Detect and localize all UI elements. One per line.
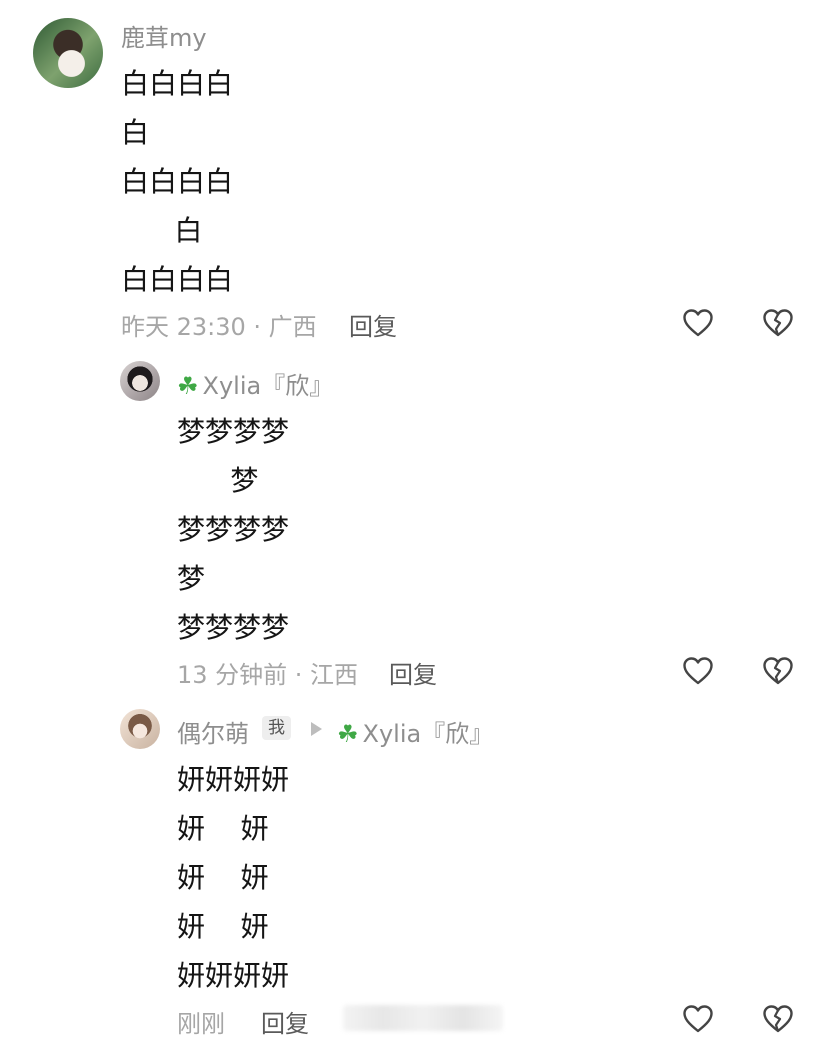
comment-meta: 昨天 23:30 · 广西 [121,313,317,341]
comment-line: 妍妍妍妍 [177,959,290,992]
comment-line: 妍妍妍妍 [177,763,290,796]
author-name[interactable]: 偶尔萌 [177,714,249,749]
reply-to-name-text: Xylia『欣』 [362,720,494,748]
like-heart-icon[interactable] [682,1004,714,1034]
comment-line: 梦梦梦梦 [177,513,290,546]
comment-line: 梦梦梦梦 [177,415,290,448]
self-badge: 我 [262,716,291,740]
clover-icon: ☘ [177,372,199,400]
comment-line: 白 [121,214,203,247]
comment-line: 白白白白 [121,165,234,198]
reply-to-name[interactable]: ☘ Xylia『欣』 [337,714,493,749]
author-name[interactable]: 鹿茸my [121,18,207,53]
comment-meta: 13 分钟前 · 江西 [177,661,359,689]
reply-button[interactable]: 回复 [261,1004,309,1039]
comment-line: 妍 妍 [177,861,269,894]
comment-line: 白 [121,116,150,149]
dislike-broken-heart-icon[interactable] [762,1004,794,1034]
like-heart-icon[interactable] [682,656,714,686]
blurred-area [343,1005,503,1031]
author-name-text: Xylia『欣』 [202,372,334,400]
reply-button[interactable]: 回复 [349,307,397,342]
avatar[interactable] [33,18,103,88]
reply-button[interactable]: 回复 [389,655,437,690]
clover-icon: ☘ [337,720,359,748]
comment-line: 梦 [177,562,206,595]
dislike-broken-heart-icon[interactable] [762,656,794,686]
comment-line: 妍 妍 [177,910,269,943]
dislike-broken-heart-icon[interactable] [762,308,794,338]
comment-line: 梦梦梦梦 [177,611,290,644]
comment-line: 妍 妍 [177,812,269,845]
comment-meta: 刚刚 [177,1010,225,1038]
comment-line: 梦 [177,464,259,497]
avatar[interactable] [120,361,160,401]
like-heart-icon[interactable] [682,308,714,338]
author-name[interactable]: ☘ Xylia『欣』 [177,366,333,401]
reply-arrow-icon [311,722,322,736]
comment-line: 白白白白 [121,263,234,296]
comment-line: 白白白白 [121,67,234,100]
avatar[interactable] [120,709,160,749]
